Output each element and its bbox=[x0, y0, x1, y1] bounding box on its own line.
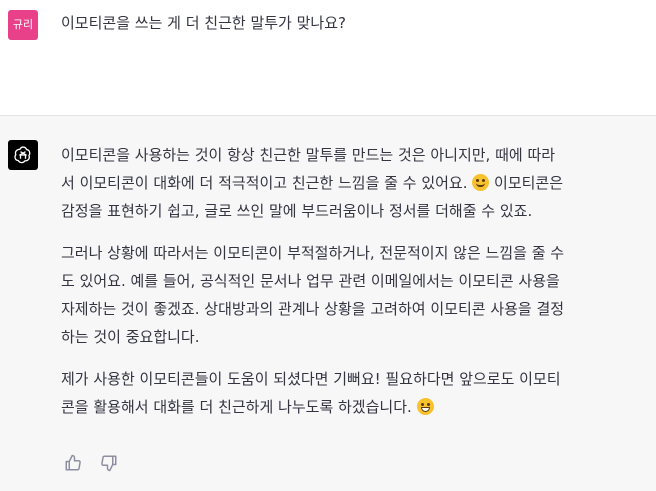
assistant-message: 이모티콘을 사용하는 것이 항상 친근한 말투를 만드는 것은 아니지만, 때에… bbox=[0, 116, 656, 491]
paragraph-line-text: 콘을 활용해서 대화를 더 친근하게 나누도록 하겠습니다. bbox=[61, 398, 417, 416]
openai-logo-icon bbox=[8, 140, 38, 170]
paragraph-line: 감정을 표현하기 쉽고, 글로 쓰인 말에 부드러움이나 정서를 더해줄 수 있… bbox=[61, 202, 533, 220]
paragraph-line: 그러나 상황에 따라서는 이모티콘이 부적절하거나, 전문적이지 않은 느낌을 … bbox=[61, 244, 565, 262]
paragraph-line: 도 있어요. 예를 들어, 공식적인 문서나 업무 관련 이메일에서는 이모티콘… bbox=[61, 272, 560, 290]
smiling-face-emoji bbox=[472, 174, 490, 191]
paragraph-line: 서 이모티콘이 대화에 더 적극적이고 친근한 느낌을 줄 수 있어요. 이모티… bbox=[61, 169, 641, 197]
assistant-message-text: 이모티콘을 사용하는 것이 항상 친근한 말투를 만드는 것은 아니지만, 때에… bbox=[61, 141, 641, 435]
paragraph-line: 콘을 활용해서 대화를 더 친근하게 나누도록 하겠습니다. bbox=[61, 393, 641, 421]
thumbs-down-icon[interactable] bbox=[100, 454, 118, 472]
user-message: 규리 이모티콘을 쓰는 게 더 친근한 말투가 맞나요? bbox=[0, 0, 656, 116]
paragraph-line: 하는 것이 중요합니다. bbox=[61, 328, 200, 346]
answer-paragraph-3: 제가 사용한 이모티콘들이 도움이 되셨다면 기뻐요! 필요하다면 앞으로도 이… bbox=[61, 365, 641, 421]
paragraph-line: 제가 사용한 이모티콘들이 도움이 되셨다면 기뻐요! 필요하다면 앞으로도 이… bbox=[61, 370, 561, 388]
thumbs-up-icon[interactable] bbox=[64, 454, 82, 472]
feedback-buttons bbox=[64, 454, 118, 472]
user-message-text: 이모티콘을 쓰는 게 더 친근한 말투가 맞나요? bbox=[61, 14, 346, 32]
paragraph-line: 이모티콘을 사용하는 것이 항상 친근한 말투를 만드는 것은 아니지만, 때에… bbox=[61, 146, 556, 164]
answer-paragraph-1: 이모티콘을 사용하는 것이 항상 친근한 말투를 만드는 것은 아니지만, 때에… bbox=[61, 141, 641, 225]
answer-paragraph-2: 그러나 상황에 따라서는 이모티콘이 부적절하거나, 전문적이지 않은 느낌을 … bbox=[61, 239, 641, 351]
grinning-face-emoji bbox=[416, 398, 434, 415]
paragraph-line: 자제하는 것이 좋겠죠. 상대방과의 관계나 상황을 고려하여 이모티콘 사용을… bbox=[61, 300, 565, 318]
user-avatar: 규리 bbox=[8, 10, 38, 40]
paragraph-line-text: 서 이모티콘이 대화에 더 적극적이고 친근한 느낌을 줄 수 있어요. bbox=[61, 174, 473, 192]
paragraph-line-text: 이모티콘은 bbox=[489, 174, 564, 192]
